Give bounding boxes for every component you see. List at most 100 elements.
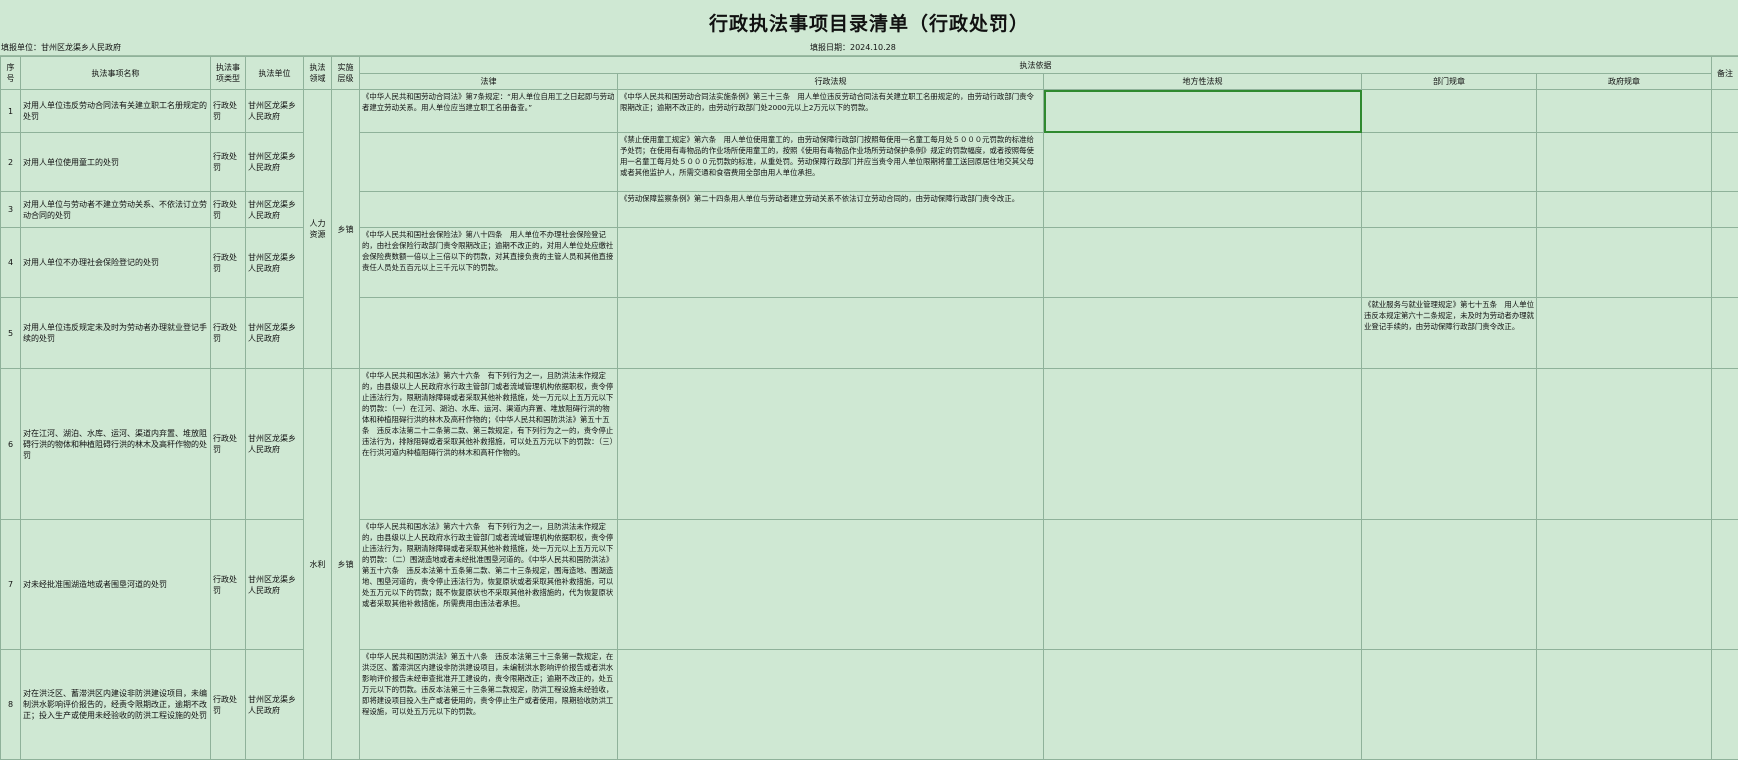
cell-seq[interactable]: 2 bbox=[1, 133, 21, 192]
cell-dept[interactable]: 甘州区龙渠乡人民政府 bbox=[246, 133, 304, 192]
cell-seq[interactable]: 1 bbox=[1, 90, 21, 133]
header-law[interactable]: 法律 bbox=[360, 74, 618, 90]
cell-admin-reg[interactable] bbox=[618, 650, 1044, 760]
cell-seq[interactable]: 5 bbox=[1, 298, 21, 369]
header-basis[interactable]: 执法依据 bbox=[360, 57, 1712, 74]
header-level[interactable]: 实施层级 bbox=[332, 57, 360, 90]
cell-name[interactable]: 对用人单位违反劳动合同法有关建立职工名册规定的处罚 bbox=[21, 90, 211, 133]
cell-gov-rule[interactable] bbox=[1537, 298, 1712, 369]
cell-name[interactable]: 对用人单位违反规定未及时为劳动者办理就业登记手续的处罚 bbox=[21, 298, 211, 369]
cell-law[interactable]: 《中华人民共和国水法》第六十六条 有下列行为之一，且防洪法未作规定的，由县级以上… bbox=[360, 369, 618, 520]
cell-local-reg[interactable] bbox=[1044, 298, 1362, 369]
reporting-date[interactable]: 填报日期：2024.10.28 bbox=[810, 40, 896, 55]
cell-name[interactable]: 对在洪泛区、蓄滞洪区内建设非防洪建设项目，未编制洪水影响评价报告的，经责令限期改… bbox=[21, 650, 211, 760]
cell-type[interactable]: 行政处罚 bbox=[211, 650, 246, 760]
cell-local-reg[interactable] bbox=[1044, 133, 1362, 192]
cell-note[interactable] bbox=[1712, 520, 1738, 650]
cell-seq[interactable]: 8 bbox=[1, 650, 21, 760]
cell-gov-rule[interactable] bbox=[1537, 369, 1712, 520]
cell-dept[interactable]: 甘州区龙渠乡人民政府 bbox=[246, 650, 304, 760]
header-gov-rule[interactable]: 政府规章 bbox=[1537, 74, 1712, 90]
cell-admin-reg[interactable] bbox=[618, 520, 1044, 650]
cell-dept[interactable]: 甘州区龙渠乡人民政府 bbox=[246, 369, 304, 520]
cell-seq[interactable]: 6 bbox=[1, 369, 21, 520]
cell-note[interactable] bbox=[1712, 90, 1738, 133]
cell-local-reg[interactable] bbox=[1044, 650, 1362, 760]
cell-name[interactable]: 对未经批准围湖造地或者围垦河道的处罚 bbox=[21, 520, 211, 650]
cell-dept-rule[interactable] bbox=[1362, 520, 1537, 650]
cell-dept[interactable]: 甘州区龙渠乡人民政府 bbox=[246, 90, 304, 133]
cell-admin-reg[interactable] bbox=[618, 298, 1044, 369]
cell-admin-reg[interactable]: 《劳动保障监察条例》第二十四条用人单位与劳动者建立劳动关系不依法订立劳动合同的，… bbox=[618, 192, 1044, 228]
cell-dept-rule[interactable]: 《就业服务与就业管理规定》第七十五条 用人单位违反本规定第六十二条规定，未及时为… bbox=[1362, 298, 1537, 369]
cell-law[interactable] bbox=[360, 192, 618, 228]
cell-note[interactable] bbox=[1712, 369, 1738, 520]
cell-seq[interactable]: 4 bbox=[1, 228, 21, 298]
cell-note[interactable] bbox=[1712, 192, 1738, 228]
cell-law[interactable] bbox=[360, 298, 618, 369]
cell-name[interactable]: 对用人单位与劳动者不建立劳动关系、不依法订立劳动合同的处罚 bbox=[21, 192, 211, 228]
cell-dept-rule[interactable] bbox=[1362, 192, 1537, 228]
cell-dept-rule[interactable] bbox=[1362, 369, 1537, 520]
cell-name[interactable]: 对在江河、湖泊、水库、运河、渠道内弃置、堆放阻碍行洪的物体和种植阻碍行洪的林木及… bbox=[21, 369, 211, 520]
cell-seq[interactable]: 7 bbox=[1, 520, 21, 650]
header-name[interactable]: 执法事项名称 bbox=[21, 57, 211, 90]
cell-type[interactable]: 行政处罚 bbox=[211, 192, 246, 228]
cell-dept-rule[interactable] bbox=[1362, 133, 1537, 192]
cell-local-reg[interactable] bbox=[1044, 228, 1362, 298]
cell-note[interactable] bbox=[1712, 133, 1738, 192]
cell-dept-rule[interactable] bbox=[1362, 90, 1537, 133]
cell-local-reg-selected[interactable] bbox=[1044, 90, 1362, 133]
cell-gov-rule[interactable] bbox=[1537, 90, 1712, 133]
reporting-unit[interactable]: 填报单位：甘州区龙渠乡人民政府 bbox=[1, 40, 121, 55]
cell-local-reg[interactable] bbox=[1044, 192, 1362, 228]
header-seq[interactable]: 序号 bbox=[1, 57, 21, 90]
cell-type[interactable]: 行政处罚 bbox=[211, 228, 246, 298]
cell-name[interactable]: 对用人单位使用童工的处罚 bbox=[21, 133, 211, 192]
cell-law[interactable]: 《中华人民共和国防洪法》第五十八条 违反本法第三十三条第一款规定，在洪泛区、蓄滞… bbox=[360, 650, 618, 760]
cell-type[interactable]: 行政处罚 bbox=[211, 520, 246, 650]
cell-dept[interactable]: 甘州区龙渠乡人民政府 bbox=[246, 520, 304, 650]
cell-law[interactable]: 《中华人民共和国劳动合同法》第7条规定：“用人单位自用工之日起即与劳动者建立劳动… bbox=[360, 90, 618, 133]
cell-gov-rule[interactable] bbox=[1537, 520, 1712, 650]
cell-note[interactable] bbox=[1712, 650, 1738, 760]
cell-local-reg[interactable] bbox=[1044, 369, 1362, 520]
cell-gov-rule[interactable] bbox=[1537, 133, 1712, 192]
cell-law[interactable]: 《中华人民共和国水法》第六十六条 有下列行为之一，且防洪法未作规定的，由县级以上… bbox=[360, 520, 618, 650]
cell-seq[interactable]: 3 bbox=[1, 192, 21, 228]
cell-level-water[interactable]: 乡镇 bbox=[332, 369, 360, 760]
cell-dept-rule[interactable] bbox=[1362, 650, 1537, 760]
cell-note[interactable] bbox=[1712, 298, 1738, 369]
header-note[interactable]: 备注 bbox=[1712, 57, 1738, 90]
cell-name[interactable]: 对用人单位不办理社会保险登记的处罚 bbox=[21, 228, 211, 298]
cell-law[interactable]: 《中华人民共和国社会保险法》第八十四条 用人单位不办理社会保险登记的，由社会保险… bbox=[360, 228, 618, 298]
cell-gov-rule[interactable] bbox=[1537, 650, 1712, 760]
cell-admin-reg[interactable] bbox=[618, 369, 1044, 520]
cell-gov-rule[interactable] bbox=[1537, 192, 1712, 228]
cell-local-reg[interactable] bbox=[1044, 520, 1362, 650]
cell-dept-rule[interactable] bbox=[1362, 228, 1537, 298]
cell-dept[interactable]: 甘州区龙渠乡人民政府 bbox=[246, 298, 304, 369]
cell-dept[interactable]: 甘州区龙渠乡人民政府 bbox=[246, 192, 304, 228]
cell-law[interactable] bbox=[360, 133, 618, 192]
header-type[interactable]: 执法事项类型 bbox=[211, 57, 246, 90]
cell-field-hr[interactable]: 人力资源 bbox=[304, 90, 332, 369]
cell-admin-reg[interactable]: 《禁止使用童工规定》第六条 用人单位使用童工的，由劳动保障行政部门按照每使用一名… bbox=[618, 133, 1044, 192]
cell-type[interactable]: 行政处罚 bbox=[211, 133, 246, 192]
header-dept[interactable]: 执法单位 bbox=[246, 57, 304, 90]
cell-type[interactable]: 行政处罚 bbox=[211, 90, 246, 133]
cell-note[interactable] bbox=[1712, 228, 1738, 298]
sheet-title[interactable]: 行政执法事项目录清单（行政处罚） bbox=[0, 0, 1738, 40]
header-admin-reg[interactable]: 行政法规 bbox=[618, 74, 1044, 90]
cell-gov-rule[interactable] bbox=[1537, 228, 1712, 298]
header-dept-rule[interactable]: 部门规章 bbox=[1362, 74, 1537, 90]
cell-admin-reg[interactable]: 《中华人民共和国劳动合同法实施条例》第三十三条 用人单位违反劳动合同法有关建立职… bbox=[618, 90, 1044, 133]
cell-admin-reg[interactable] bbox=[618, 228, 1044, 298]
header-local-reg[interactable]: 地方性法规 bbox=[1044, 74, 1362, 90]
cell-type[interactable]: 行政处罚 bbox=[211, 369, 246, 520]
header-field[interactable]: 执法领域 bbox=[304, 57, 332, 90]
cell-level-hr[interactable]: 乡镇 bbox=[332, 90, 360, 369]
cell-dept[interactable]: 甘州区龙渠乡人民政府 bbox=[246, 228, 304, 298]
cell-field-water[interactable]: 水利 bbox=[304, 369, 332, 760]
cell-type[interactable]: 行政处罚 bbox=[211, 298, 246, 369]
